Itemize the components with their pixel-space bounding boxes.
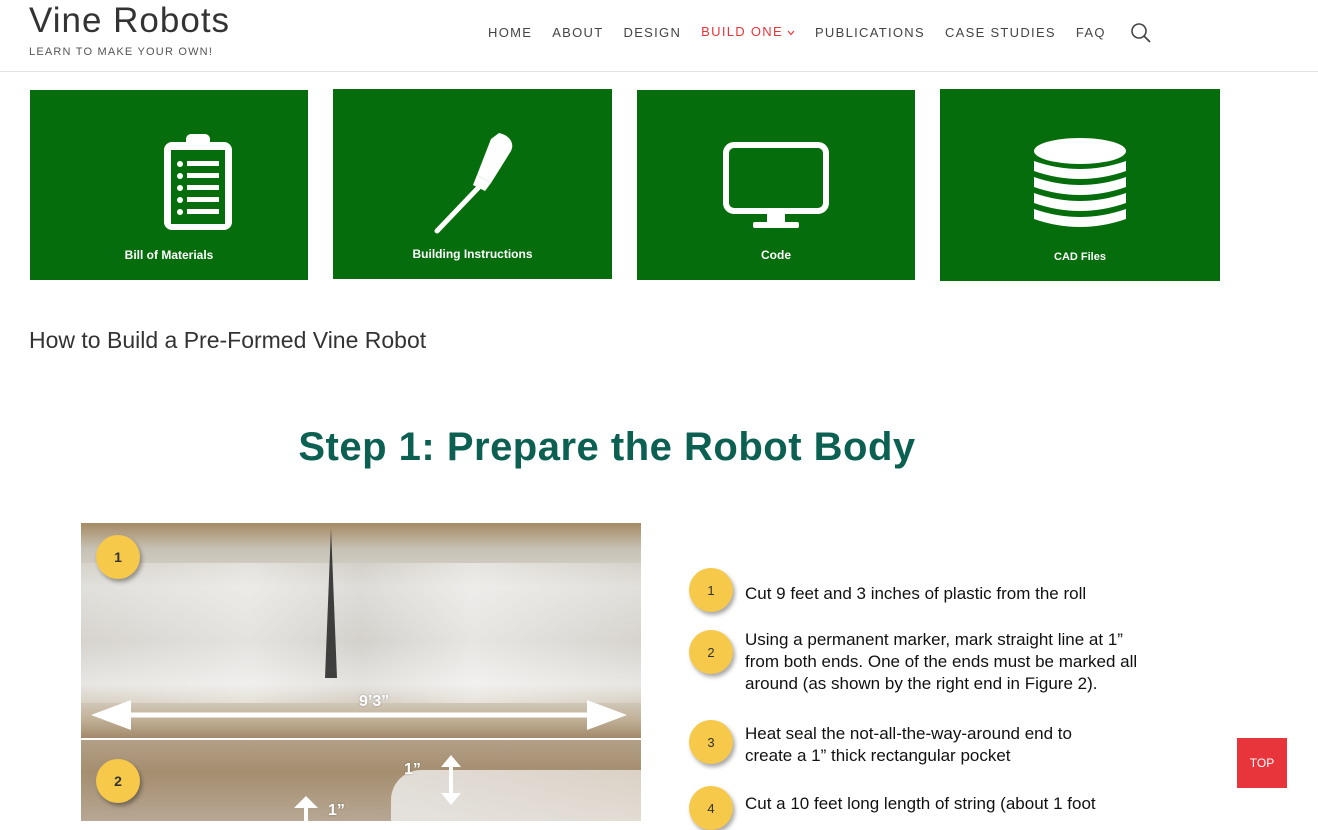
- tile-label: Building Instructions: [412, 247, 533, 261]
- step-heading: Step 1: Prepare the Robot Body: [298, 425, 916, 469]
- nav-faq[interactable]: FAQ: [1066, 24, 1116, 42]
- length-label: 9’3”: [359, 693, 390, 710]
- tile-building-instructions[interactable]: Building Instructions: [333, 89, 612, 279]
- search-icon[interactable]: [1130, 22, 1152, 44]
- nav-design[interactable]: DESIGN: [614, 24, 692, 42]
- step-number-badge: 2: [689, 630, 733, 674]
- screwdriver-icon: [434, 133, 513, 234]
- tile-code[interactable]: Code: [637, 90, 915, 280]
- step-text: Cut a 10 feet long length of string (abo…: [745, 794, 1096, 813]
- tile-cad-files[interactable]: CAD Files: [940, 89, 1220, 281]
- step-number-badge: 1: [689, 568, 733, 612]
- chevron-down-icon: [787, 25, 795, 43]
- nav-home[interactable]: HOME: [478, 24, 542, 42]
- scroll-to-top-button[interactable]: TOP: [1237, 738, 1287, 788]
- inch-arrow-icon: [441, 755, 461, 805]
- inch-arrow-icon: [294, 796, 318, 821]
- photo-badge-2: 2: [96, 759, 140, 803]
- step-item-3: 3 Heat seal the not-all-the-way-around e…: [689, 720, 1115, 767]
- nav-about[interactable]: ABOUT: [542, 24, 613, 42]
- photo-marked-ends: 1” 1”: [81, 740, 641, 821]
- main-nav: HOME ABOUT DESIGN BUILD ONE PUBLICATIONS…: [478, 22, 1152, 44]
- nav-publications[interactable]: PUBLICATIONS: [805, 24, 935, 42]
- scissors-image: [325, 528, 337, 678]
- nav-case-studies[interactable]: CASE STUDIES: [935, 24, 1066, 42]
- step-photo: 9’3” 1” 1” 1 2: [81, 523, 641, 821]
- database-icon: [1034, 138, 1126, 227]
- photo-plastic-roll: 9’3”: [81, 523, 641, 738]
- site-title[interactable]: Vine Robots: [29, 0, 230, 42]
- monitor-icon: [723, 142, 829, 228]
- clipboard-list-icon: [164, 134, 232, 230]
- inch-label: 1”: [328, 802, 345, 819]
- step-item-2: 2 Using a permanent marker, mark straigh…: [689, 630, 1155, 695]
- step-number-badge: 4: [689, 786, 733, 830]
- step-item-4: 4 Cut a 10 feet long length of string (a…: [689, 786, 1165, 830]
- photo-badge-1: 1: [96, 535, 140, 579]
- tile-label: Code: [761, 248, 791, 262]
- tile-label: CAD Files: [1054, 251, 1106, 263]
- step-text: Cut 9 feet and 3 inches of plastic from …: [745, 584, 1087, 603]
- site-tagline: LEARN TO MAKE YOUR OWN!: [29, 46, 214, 58]
- step-text: Using a permanent marker, mark straight …: [745, 630, 1138, 693]
- site-header: Vine Robots LEARN TO MAKE YOUR OWN! HOME…: [0, 0, 1318, 72]
- tile-bill-of-materials[interactable]: Bill of Materials: [30, 90, 308, 280]
- tile-label: Bill of Materials: [124, 248, 214, 262]
- nav-build-one[interactable]: BUILD ONE: [691, 23, 805, 43]
- page-title: How to Build a Pre-Formed Vine Robot: [29, 327, 427, 353]
- nav-build-one-label: BUILD ONE: [701, 24, 783, 39]
- step-number-badge: 3: [689, 720, 733, 764]
- step-text: Heat seal the not-all-the-way-around end…: [745, 724, 1072, 765]
- inch-label: 1”: [404, 761, 421, 778]
- step-item-1: 1 Cut 9 feet and 3 inches of plastic fro…: [689, 568, 1165, 612]
